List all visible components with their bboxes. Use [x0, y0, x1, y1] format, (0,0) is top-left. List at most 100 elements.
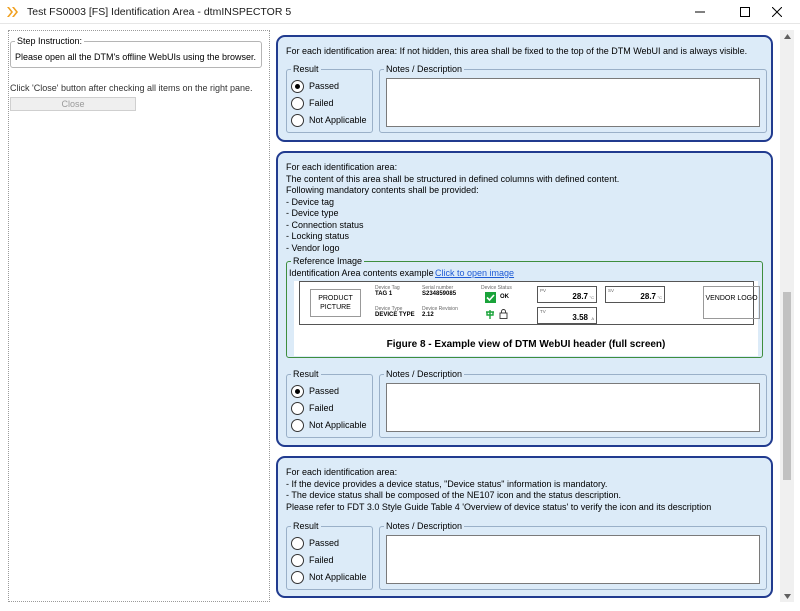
radio-label: Passed [309, 386, 340, 396]
radio-button[interactable] [291, 113, 304, 127]
reference-image[interactable]: PRODUCT PICTURE Device Tag TAG 1 Device … [294, 281, 760, 356]
close-hint-text: Click 'Close' button after checking all … [10, 83, 253, 93]
radio-button[interactable] [291, 536, 304, 550]
product-picture-placeholder: PRODUCT PICTURE [310, 289, 361, 317]
description-line: - Locking status [286, 231, 350, 241]
radio-label: Passed [309, 81, 340, 91]
description-line: - Device tag [286, 196, 335, 207]
pv-label: PV [540, 288, 547, 293]
radio-button[interactable] [291, 553, 304, 567]
notes-legend: Notes / Description [384, 369, 465, 379]
scroll-down-button[interactable] [780, 590, 794, 602]
app-icon [7, 7, 18, 17]
step-instruction-legend: Step Instruction: [15, 36, 85, 46]
description-line: Following mandatory contents shall be pr… [286, 185, 479, 195]
radio-label: Not Applicable [309, 572, 367, 582]
title-bar: Test FS0003 [FS] Identification Area - d… [0, 0, 800, 24]
radio-failed[interactable]: Failed [291, 401, 334, 415]
device-tag-value: TAG 1 [375, 291, 393, 297]
description-line: For each identification area: If not hid… [286, 46, 748, 56]
radio-label: Failed [309, 403, 334, 413]
radio-button[interactable] [291, 570, 304, 584]
status-ok-icon [485, 292, 496, 303]
radio-not-applicable[interactable]: Not Applicable [291, 418, 367, 432]
radio-failed[interactable]: Failed [291, 96, 334, 110]
reference-caption: Identification Area contents example [289, 268, 434, 278]
notes-textarea[interactable] [386, 383, 760, 432]
radio-label: Failed [309, 555, 334, 565]
notes-group: Notes / Description [379, 64, 767, 133]
description-line: - Connection status [286, 219, 364, 230]
check-item-description: For each identification area: The conten… [286, 162, 619, 254]
pv-value: 28.7 [572, 292, 588, 301]
result-group: Result Passed Failed Not Applicable [286, 64, 373, 133]
pv-value-box: PV 28.7 °C [537, 286, 597, 303]
device-revision-value: 2.12 [422, 312, 434, 318]
result-legend: Result [291, 369, 321, 379]
check-item-description: For each identification area: If not hid… [286, 46, 747, 58]
maximize-icon [740, 7, 750, 17]
step-instruction-text: Please open all the DTM's offline WebUIs… [15, 52, 257, 62]
radio-label: Passed [309, 538, 340, 548]
tv-unit: A [591, 316, 594, 321]
radio-passed[interactable]: Passed [291, 384, 339, 398]
minimize-button[interactable] [677, 0, 723, 24]
description-line: The content of this area shall be struct… [286, 173, 620, 184]
minimize-icon [695, 11, 705, 13]
chevron-up-icon [783, 33, 791, 39]
description-line: - Vendor logo [286, 242, 340, 253]
connection-icon [486, 310, 494, 319]
close-button[interactable]: Close [10, 97, 136, 111]
device-status-label: Device Status [481, 285, 512, 291]
checklist-pane: For each identification area: If not hid… [273, 30, 778, 602]
tv-label: TV [540, 309, 546, 314]
notes-textarea[interactable] [386, 535, 760, 584]
close-window-button[interactable] [754, 0, 800, 24]
radio-not-applicable[interactable]: Not Applicable [291, 113, 367, 127]
radio-button[interactable] [291, 401, 304, 415]
scroll-up-button[interactable] [780, 30, 794, 42]
result-legend: Result [291, 521, 321, 531]
vertical-scrollbar[interactable] [780, 30, 794, 602]
result-group: Result Passed Failed Not Applicable [286, 521, 373, 590]
radio-button[interactable] [291, 384, 304, 398]
check-item-card: For each identification area: The conten… [276, 151, 773, 447]
description-line: For each identification area: [286, 467, 398, 477]
radio-button[interactable] [291, 96, 304, 110]
description-line: Please refer to FDT 3.0 Style Guide Tabl… [286, 501, 712, 512]
window-title: Test FS0003 [FS] Identification Area - d… [27, 6, 292, 18]
check-item-description: For each identification area: - If the d… [286, 467, 711, 513]
radio-button[interactable] [291, 418, 304, 432]
description-line: - Device type [286, 208, 339, 218]
webui-header-mockup: PRODUCT PICTURE Device Tag TAG 1 Device … [299, 281, 760, 325]
radio-passed[interactable]: Passed [291, 536, 339, 550]
device-status-value: OK [500, 294, 509, 300]
description-line: For each identification area: [286, 162, 398, 172]
tv-value: 3.58 [572, 313, 588, 322]
notes-legend: Notes / Description [384, 521, 465, 531]
radio-label: Not Applicable [309, 115, 367, 125]
notes-group: Notes / Description [379, 369, 767, 438]
left-pane: Step Instruction: Please open all the DT… [8, 30, 270, 602]
radio-passed[interactable]: Passed [291, 79, 339, 93]
figure-caption: Figure 8 - Example view of DTM WebUI hea… [386, 339, 666, 350]
radio-failed[interactable]: Failed [291, 553, 334, 567]
reference-image-legend: Reference Image [291, 256, 365, 266]
vendor-logo-placeholder: VENDOR LOGO [703, 286, 760, 319]
pv-unit: °C [589, 295, 595, 300]
tv-value-box: TV 3.58 A [537, 307, 597, 324]
notes-textarea[interactable] [386, 78, 760, 127]
notes-group: Notes / Description [379, 521, 767, 590]
radio-button[interactable] [291, 79, 304, 93]
sv-value-box: SV 28.7 °C [605, 286, 665, 303]
open-image-link[interactable]: Click to open image [435, 268, 514, 278]
radio-label: Not Applicable [309, 420, 367, 430]
chevron-down-icon [783, 593, 791, 599]
result-legend: Result [291, 64, 321, 74]
sv-unit: °C [657, 295, 663, 300]
scrollbar-thumb[interactable] [783, 292, 791, 480]
result-group: Result Passed Failed Not Applicable [286, 369, 373, 438]
radio-not-applicable[interactable]: Not Applicable [291, 570, 367, 584]
reference-image-group: Reference Image Identification Area cont… [286, 256, 763, 358]
device-type-value: DEVICE TYPE [375, 312, 415, 318]
